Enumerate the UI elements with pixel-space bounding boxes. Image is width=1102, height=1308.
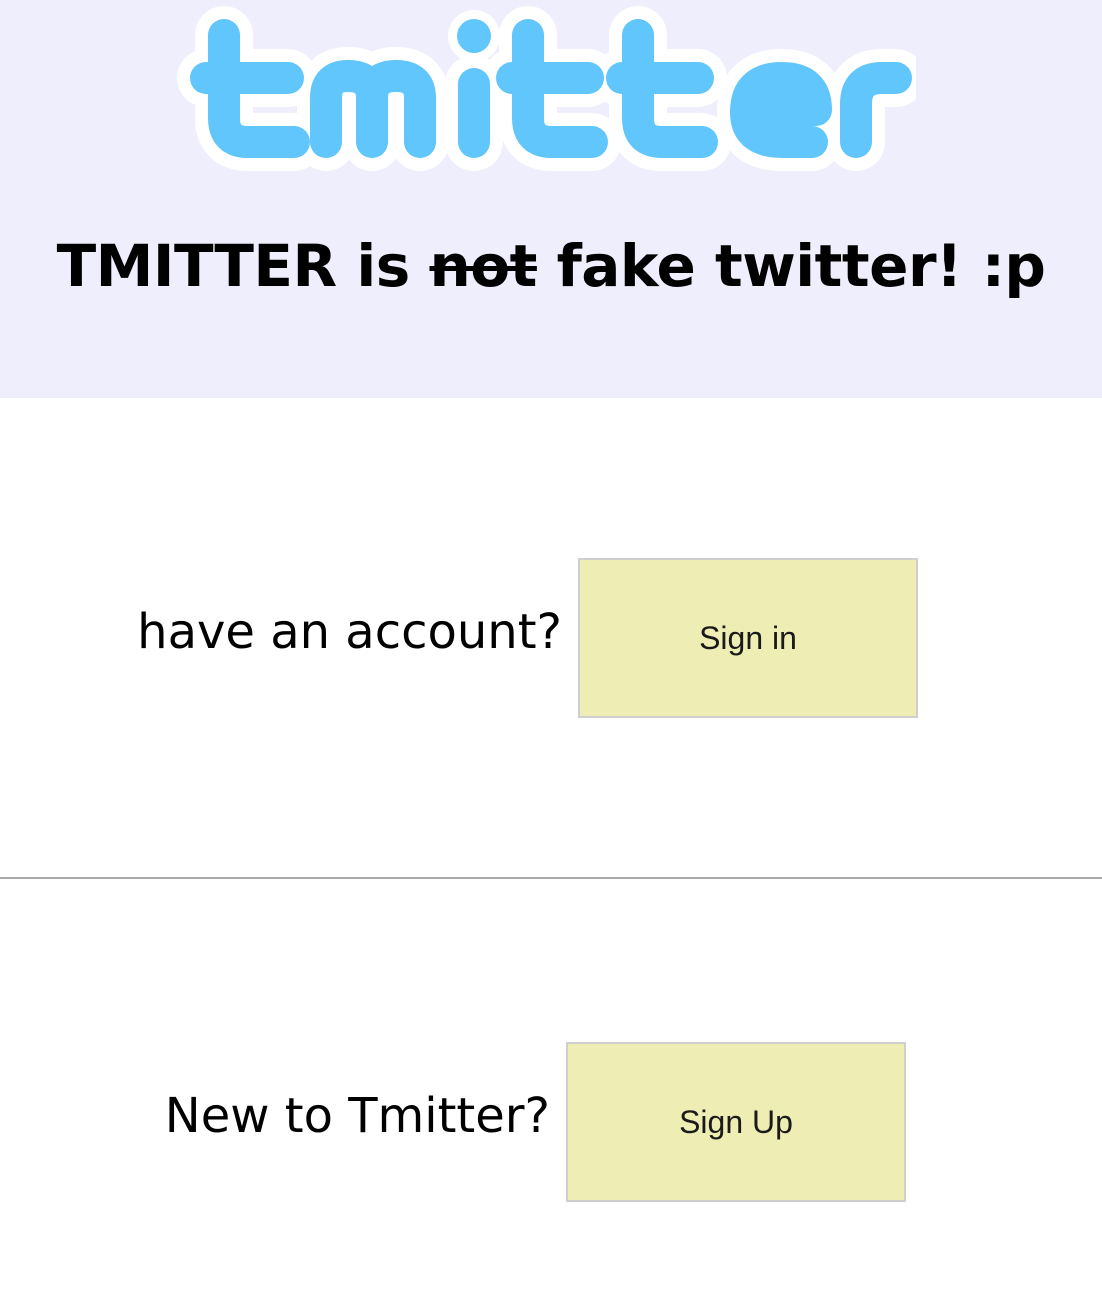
tmitter-logo: [176, 0, 916, 185]
sign-in-button[interactable]: Sign in: [578, 558, 918, 718]
signin-prompt: have an account?: [137, 604, 562, 660]
signin-section: have an account? Sign in: [0, 558, 1102, 718]
section-divider: [0, 877, 1102, 879]
tagline-end: fake twitter! :p: [556, 232, 1046, 300]
sign-up-button[interactable]: Sign Up: [566, 1042, 906, 1202]
signup-prompt: New to Tmitter?: [164, 1088, 550, 1144]
signup-section: New to Tmitter? Sign Up: [0, 1042, 1102, 1202]
tagline-start: TMITTER is: [56, 232, 411, 300]
tagline-struck-word: not: [429, 232, 537, 300]
page-title: TMITTER is not fake twitter! :p: [0, 228, 1102, 304]
header: TMITTER is not fake twitter! :p: [0, 0, 1102, 398]
